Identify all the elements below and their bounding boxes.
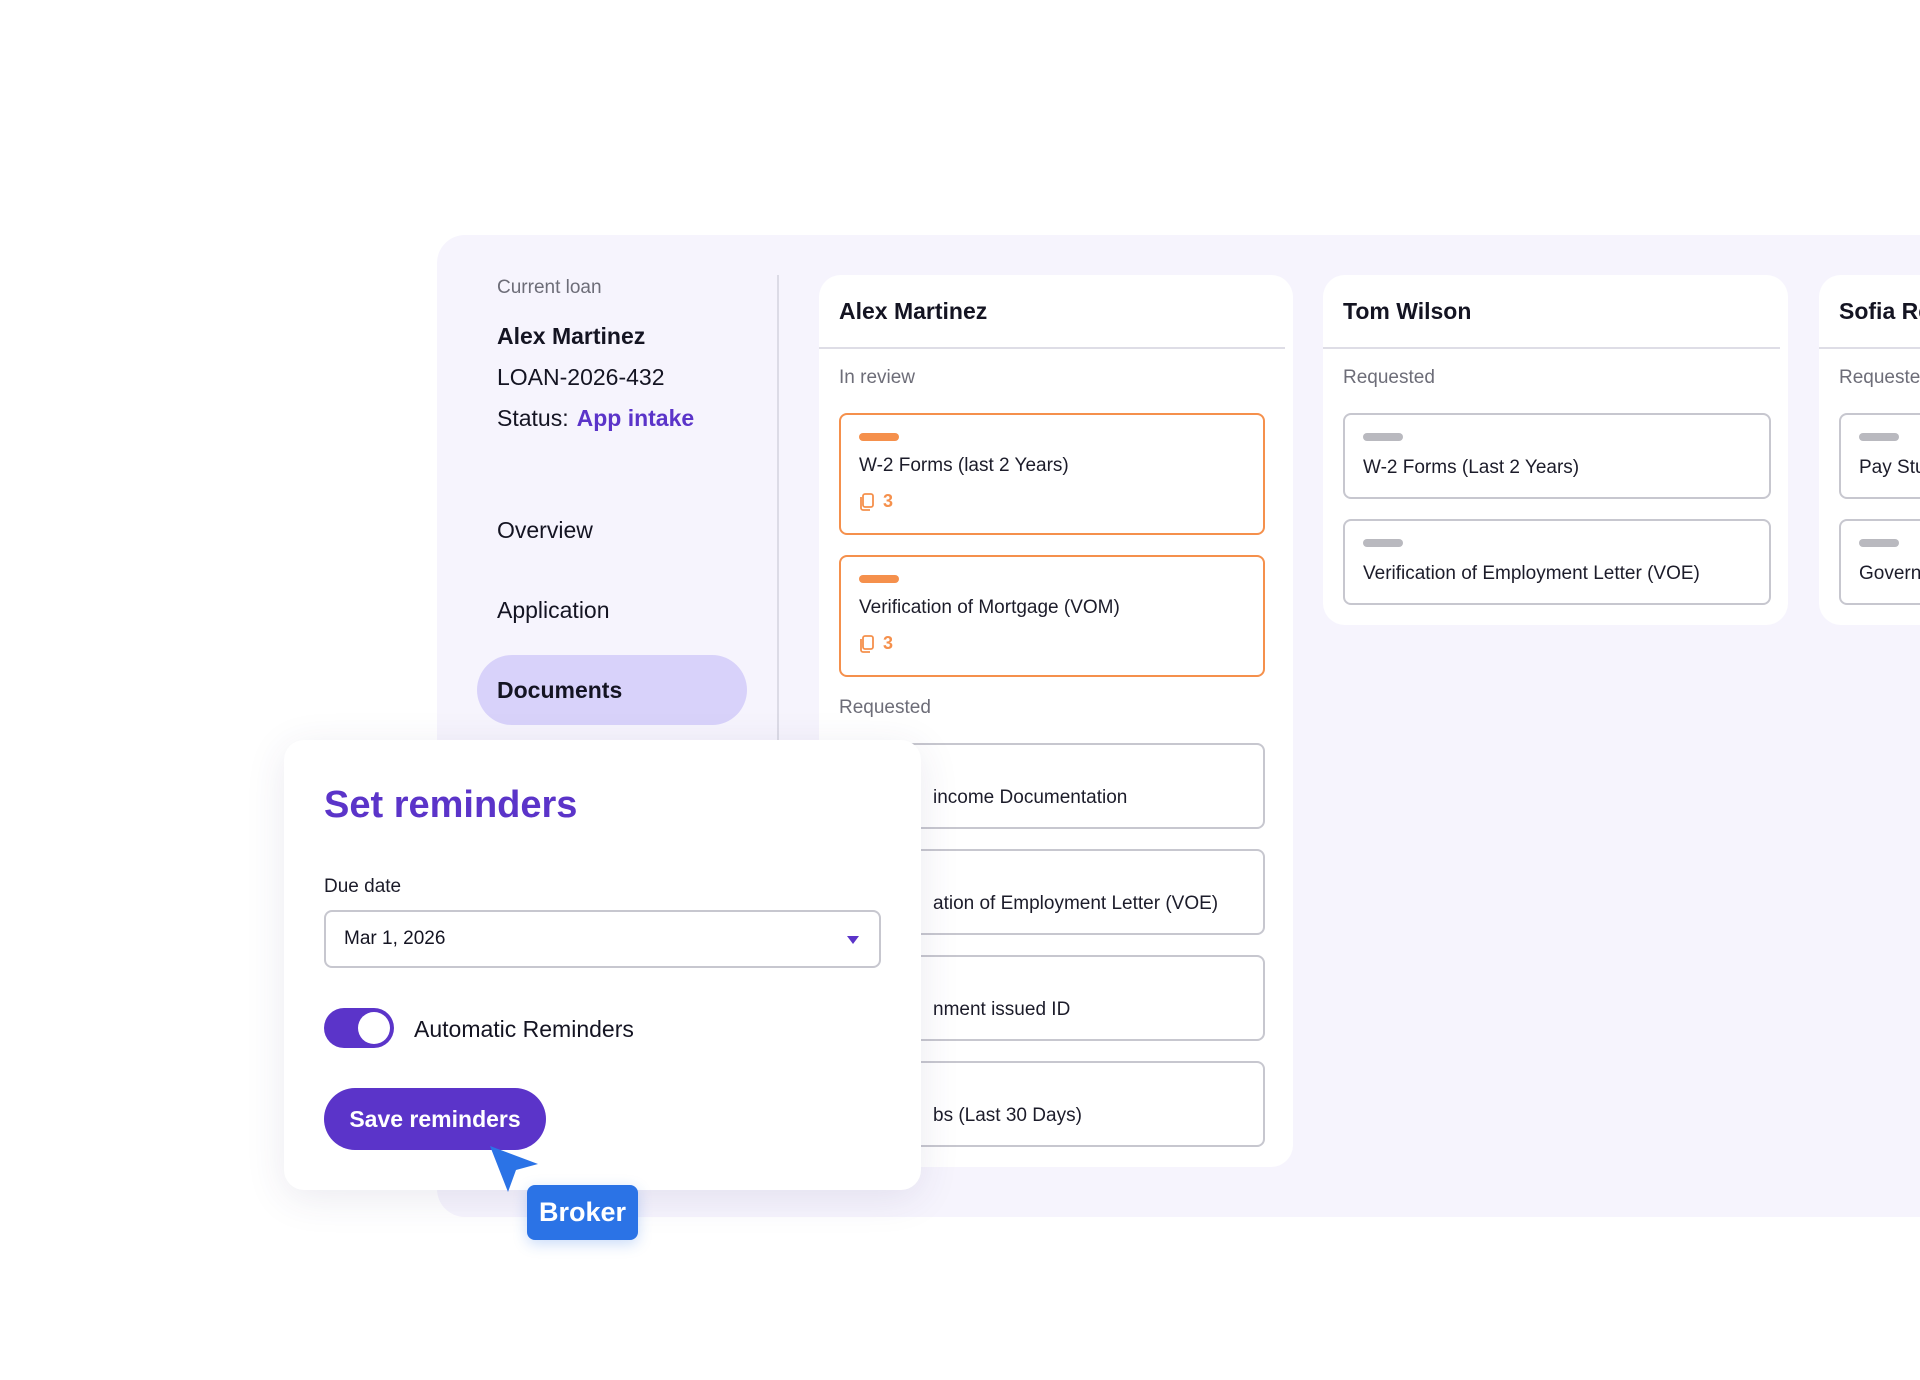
automatic-reminders-label: Automatic Reminders — [414, 1016, 634, 1042]
document-title: Pay Stu — [1859, 457, 1920, 478]
document-title: W-2 Forms (last 2 Years) — [859, 455, 1069, 476]
dialog-title: Set reminders — [324, 784, 578, 826]
document-title: Verification of Mortgage (VOM) — [859, 597, 1120, 618]
due-date-value: Mar 1, 2026 — [344, 928, 446, 949]
borrower-column: Sofia Re Requeste Pay Stu Govern — [1819, 275, 1920, 625]
document-title: W-2 Forms (Last 2 Years) — [1363, 457, 1580, 478]
document-card[interactable]: Govern — [1839, 519, 1920, 605]
document-title: Govern — [1859, 563, 1920, 584]
loan-status: Status: App intake — [497, 405, 694, 432]
section-label-in-review: In review — [839, 367, 916, 388]
automatic-reminders-toggle[interactable] — [324, 1008, 394, 1048]
status-value[interactable]: App intake — [577, 405, 695, 431]
file-count: 3 — [859, 633, 893, 654]
document-card[interactable]: W-2 Forms (last 2 Years) 3 — [839, 413, 1265, 535]
nav-item-overview[interactable]: Overview — [477, 495, 747, 565]
borrower-column: Tom Wilson Requested W-2 Forms (Last 2 Y… — [1323, 275, 1788, 625]
column-header: Alex Martinez — [819, 275, 1285, 349]
column-header: Sofia Re — [1819, 275, 1920, 349]
nav-item-application[interactable]: Application — [477, 575, 747, 645]
status-pill — [1859, 539, 1899, 547]
cursor-user-tag: Broker — [527, 1185, 638, 1240]
status-pill — [1363, 539, 1403, 547]
due-date-label: Due date — [324, 876, 402, 897]
loan-id: LOAN-2026-432 — [497, 364, 665, 390]
files-icon — [860, 492, 874, 511]
toggle-knob — [358, 1012, 390, 1044]
file-count: 3 — [859, 491, 893, 512]
status-pill — [1363, 433, 1403, 441]
save-reminders-button[interactable]: Save reminders — [324, 1088, 546, 1150]
document-title: ation of Employment Letter (VOE) — [933, 893, 1219, 914]
document-card[interactable]: Verification of Mortgage (VOM) 3 — [839, 555, 1265, 677]
chevron-down-icon — [847, 936, 859, 944]
section-label-requested: Requeste — [1839, 367, 1920, 388]
borrower-name: Alex Martinez — [497, 323, 646, 349]
document-title: bs (Last 30 Days) — [933, 1105, 1082, 1126]
document-title: Verification of Employment Letter (VOE) — [1363, 563, 1700, 584]
document-card[interactable]: Verification of Employment Letter (VOE) — [1343, 519, 1771, 605]
status-label: Status: — [497, 405, 569, 431]
set-reminders-dialog: Set reminders Due date Mar 1, 2026 Autom… — [284, 740, 921, 1190]
column-header: Tom Wilson — [1323, 275, 1780, 349]
status-pill — [859, 575, 899, 583]
file-count-value: 3 — [883, 491, 894, 511]
section-label-requested: Requested — [839, 697, 931, 718]
file-count-value: 3 — [883, 633, 894, 653]
section-label-requested: Requested — [1343, 367, 1435, 388]
status-pill — [1859, 433, 1899, 441]
due-date-select[interactable]: Mar 1, 2026 — [324, 910, 881, 968]
document-title: nment issued ID — [933, 999, 1071, 1020]
files-icon — [860, 634, 874, 653]
current-loan-label: Current loan — [497, 277, 602, 298]
document-title: income Documentation — [933, 787, 1128, 808]
status-pill — [859, 433, 899, 441]
nav-item-documents[interactable]: Documents — [477, 655, 747, 725]
document-card[interactable]: Pay Stu — [1839, 413, 1920, 499]
document-card[interactable]: W-2 Forms (Last 2 Years) — [1343, 413, 1771, 499]
